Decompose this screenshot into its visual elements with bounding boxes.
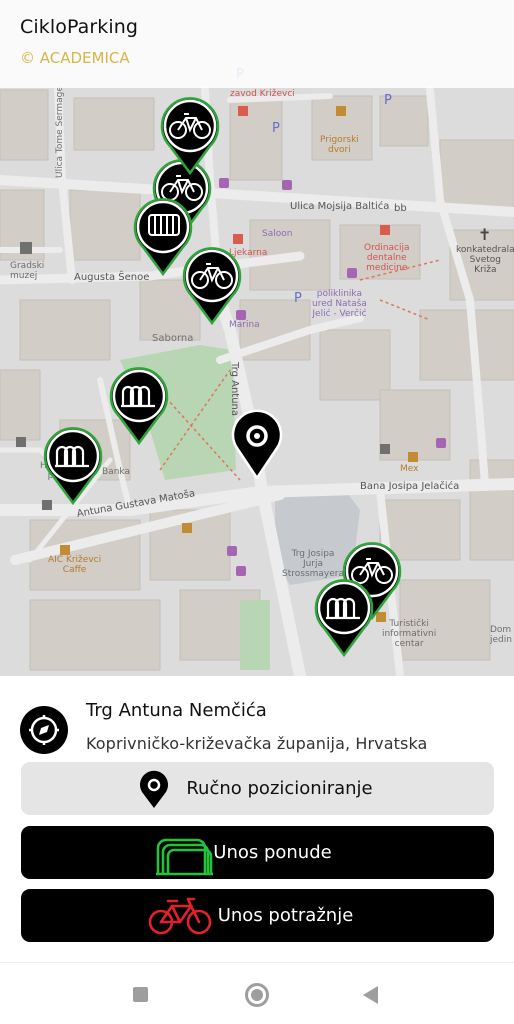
map-parking-label: P: [294, 291, 302, 306]
app-title: CikloParking: [20, 16, 139, 38]
map-marker-bicycle[interactable]: [158, 96, 222, 176]
bicycle-marker-icon: [160, 97, 220, 176]
map-label-poi: AIC Križevci Caffe: [48, 555, 102, 575]
demand-entry-button[interactable]: Unos potražnje: [21, 889, 494, 942]
location-icon[interactable]: [20, 706, 68, 754]
app-header: CikloParking © ACADEMICA: [0, 0, 514, 88]
bike-rack-marker-icon: [314, 579, 374, 658]
bike-rack-marker-icon: [109, 367, 169, 446]
map-label-poi: Saloon: [262, 229, 293, 239]
bike-rack-icon: [156, 838, 213, 876]
map-marker-bike-rack[interactable]: [312, 578, 376, 658]
current-location-pin[interactable]: [229, 408, 285, 481]
map-parking-label: P: [384, 93, 392, 108]
app-subtitle: © ACADEMICA: [20, 49, 130, 67]
offer-entry-button[interactable]: Unos ponude: [21, 826, 494, 879]
map-label-street: Ulica Mojsija Baltića: [290, 201, 390, 212]
bike-rack-marker-icon: [43, 427, 103, 506]
map-pin-icon: [231, 409, 283, 481]
map-label-street: Ulica Tome Sermage: [55, 86, 65, 178]
map-label-poi: Turistički informativni centar: [382, 619, 437, 649]
location-subtitle: Koprivničko-križevačka županija, Hrvatsk…: [86, 734, 428, 753]
map-marker-bike-rack[interactable]: [107, 366, 171, 446]
bicycle-marker-icon: [182, 247, 242, 326]
map-label-poi: Banka: [102, 467, 130, 477]
recent-apps-icon[interactable]: [133, 987, 148, 1002]
map-label-poi: konkatedrala Svetog Križa: [456, 245, 514, 275]
map-label-poi: Gradski muzej: [10, 261, 45, 281]
map-label-poi: Ordinacija dentalne medicine: [364, 243, 410, 273]
home-icon[interactable]: [245, 983, 269, 1007]
offer-entry-label: Unos ponude: [213, 842, 332, 863]
map-label-poi: Trg Josipa Jurja Strossmayera: [282, 549, 344, 579]
map-view[interactable]: ✝ Ulica Tome Sermage zavod Križevci P P …: [0, 0, 514, 676]
back-icon[interactable]: [363, 986, 378, 1004]
location-title: Trg Antuna Nemčića: [86, 700, 267, 721]
map-label-poi: Saborna: [152, 333, 194, 344]
map-label-poi: poliklinika ured Nataša Jelić - Verčić: [312, 289, 367, 319]
bicycle-icon: [148, 897, 212, 935]
map-parking-label: P: [272, 121, 280, 136]
map-label-street: Bana Josipa Jelačića: [360, 481, 460, 492]
manual-positioning-button[interactable]: Ručno pozicioniranje: [21, 762, 494, 815]
map-label-poi: Prigorski dvori: [320, 135, 359, 155]
map-marker-bicycle[interactable]: [180, 246, 244, 326]
map-label-poi: zavod Križevci: [230, 89, 295, 99]
map-pin-icon: [140, 770, 168, 808]
map-marker-bike-rack[interactable]: [41, 426, 105, 506]
crosshair-compass-icon: [29, 715, 59, 745]
manual-positioning-label: Ručno pozicioniranje: [186, 778, 373, 799]
svg-text:✝: ✝: [478, 225, 491, 244]
map-label-poi: Dom jedin: [490, 625, 512, 645]
map-label-street: bb: [394, 203, 407, 214]
demand-entry-label: Unos potražnje: [217, 905, 354, 926]
map-label-poi: Mex: [400, 464, 419, 474]
system-navigation-bar: [0, 962, 514, 1024]
